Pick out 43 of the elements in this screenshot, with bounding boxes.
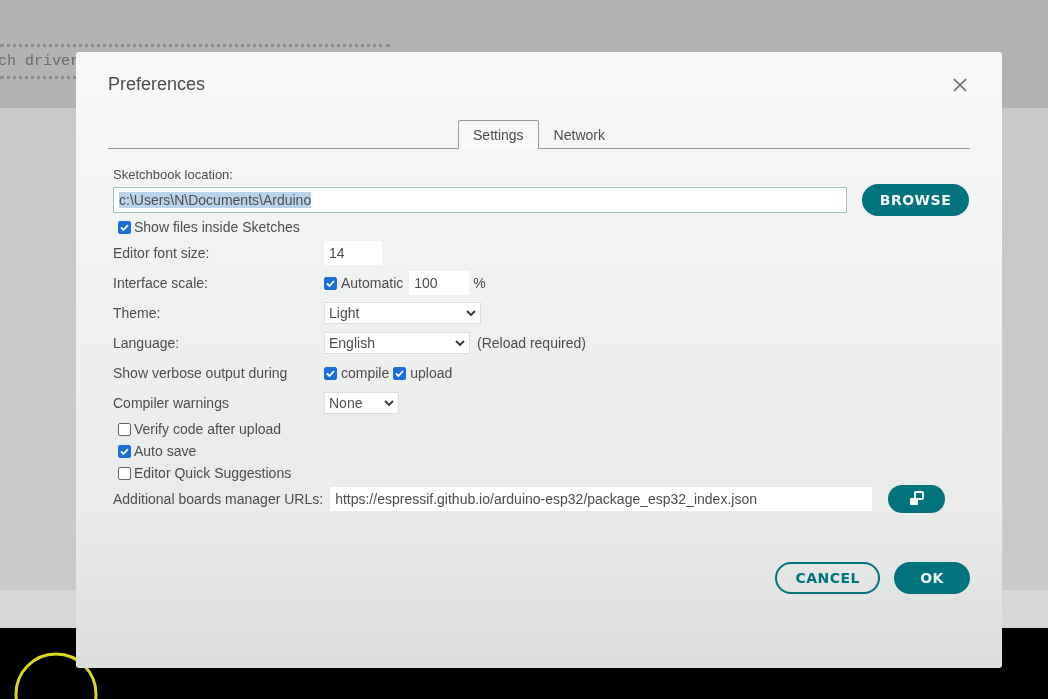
checkbox-label: upload <box>410 365 453 381</box>
checkbox[interactable] <box>118 466 131 480</box>
setting-label: Additional boards manager URLs: <box>113 491 324 507</box>
checkbox[interactable] <box>118 422 131 436</box>
setting-label: Editor font size: <box>113 245 211 261</box>
number-field[interactable]: 14 <box>324 241 382 265</box>
windows-icon <box>907 491 926 507</box>
field-label: Sketchbook location: <box>113 167 234 183</box>
checkbox-label: Editor Quick Suggestions <box>134 465 292 481</box>
browse-button[interactable]: BROWSE <box>862 184 969 216</box>
chevron-icon <box>466 309 476 317</box>
number-field[interactable]: 100 <box>409 271 470 295</box>
dialog-button[interactable]: CANCEL <box>775 562 880 594</box>
checkbox[interactable] <box>393 366 407 380</box>
checkbox-label: Automatic <box>341 275 404 291</box>
checkbox-label: compile <box>341 365 390 381</box>
close-icon[interactable] <box>953 77 967 92</box>
setting-label: Show verbose output during <box>113 365 289 381</box>
note-text: (Reload required) <box>477 335 586 351</box>
url-field[interactable]: https://espressif.github.io/arduino-esp32/package_esp32_index.json <box>330 487 873 511</box>
setting-label: Interface scale: <box>113 275 209 291</box>
chevron-icon <box>455 339 465 347</box>
input-field[interactable]: c:\Users\N\Documents\Arduino <box>113 187 847 213</box>
dropdown[interactable]: Light <box>324 302 481 324</box>
setting-label: Theme: <box>113 305 162 321</box>
chevron-icon <box>384 399 394 407</box>
checkbox[interactable] <box>324 366 337 380</box>
dropdown[interactable]: English <box>324 332 470 354</box>
setting-label: Language: <box>113 335 181 351</box>
edit-button[interactable] <box>888 485 946 513</box>
setting-label: Compiler warnings <box>113 395 230 411</box>
dialog-title: Preferences <box>108 74 206 95</box>
checkbox-label: Auto save <box>134 443 197 459</box>
checkbox[interactable] <box>324 276 337 290</box>
tab[interactable]: Settings <box>458 120 539 149</box>
checkbox-label: Show files inside Sketches <box>134 219 300 235</box>
checkbox[interactable] <box>118 220 131 234</box>
dropdown[interactable]: None <box>324 392 399 414</box>
dialog-button[interactable]: OK <box>894 562 970 594</box>
checkbox-label: Verify code after upload <box>134 421 282 437</box>
unit-label: % <box>473 275 486 291</box>
tab[interactable]: Network <box>538 120 620 149</box>
checkbox[interactable] <box>118 444 131 458</box>
